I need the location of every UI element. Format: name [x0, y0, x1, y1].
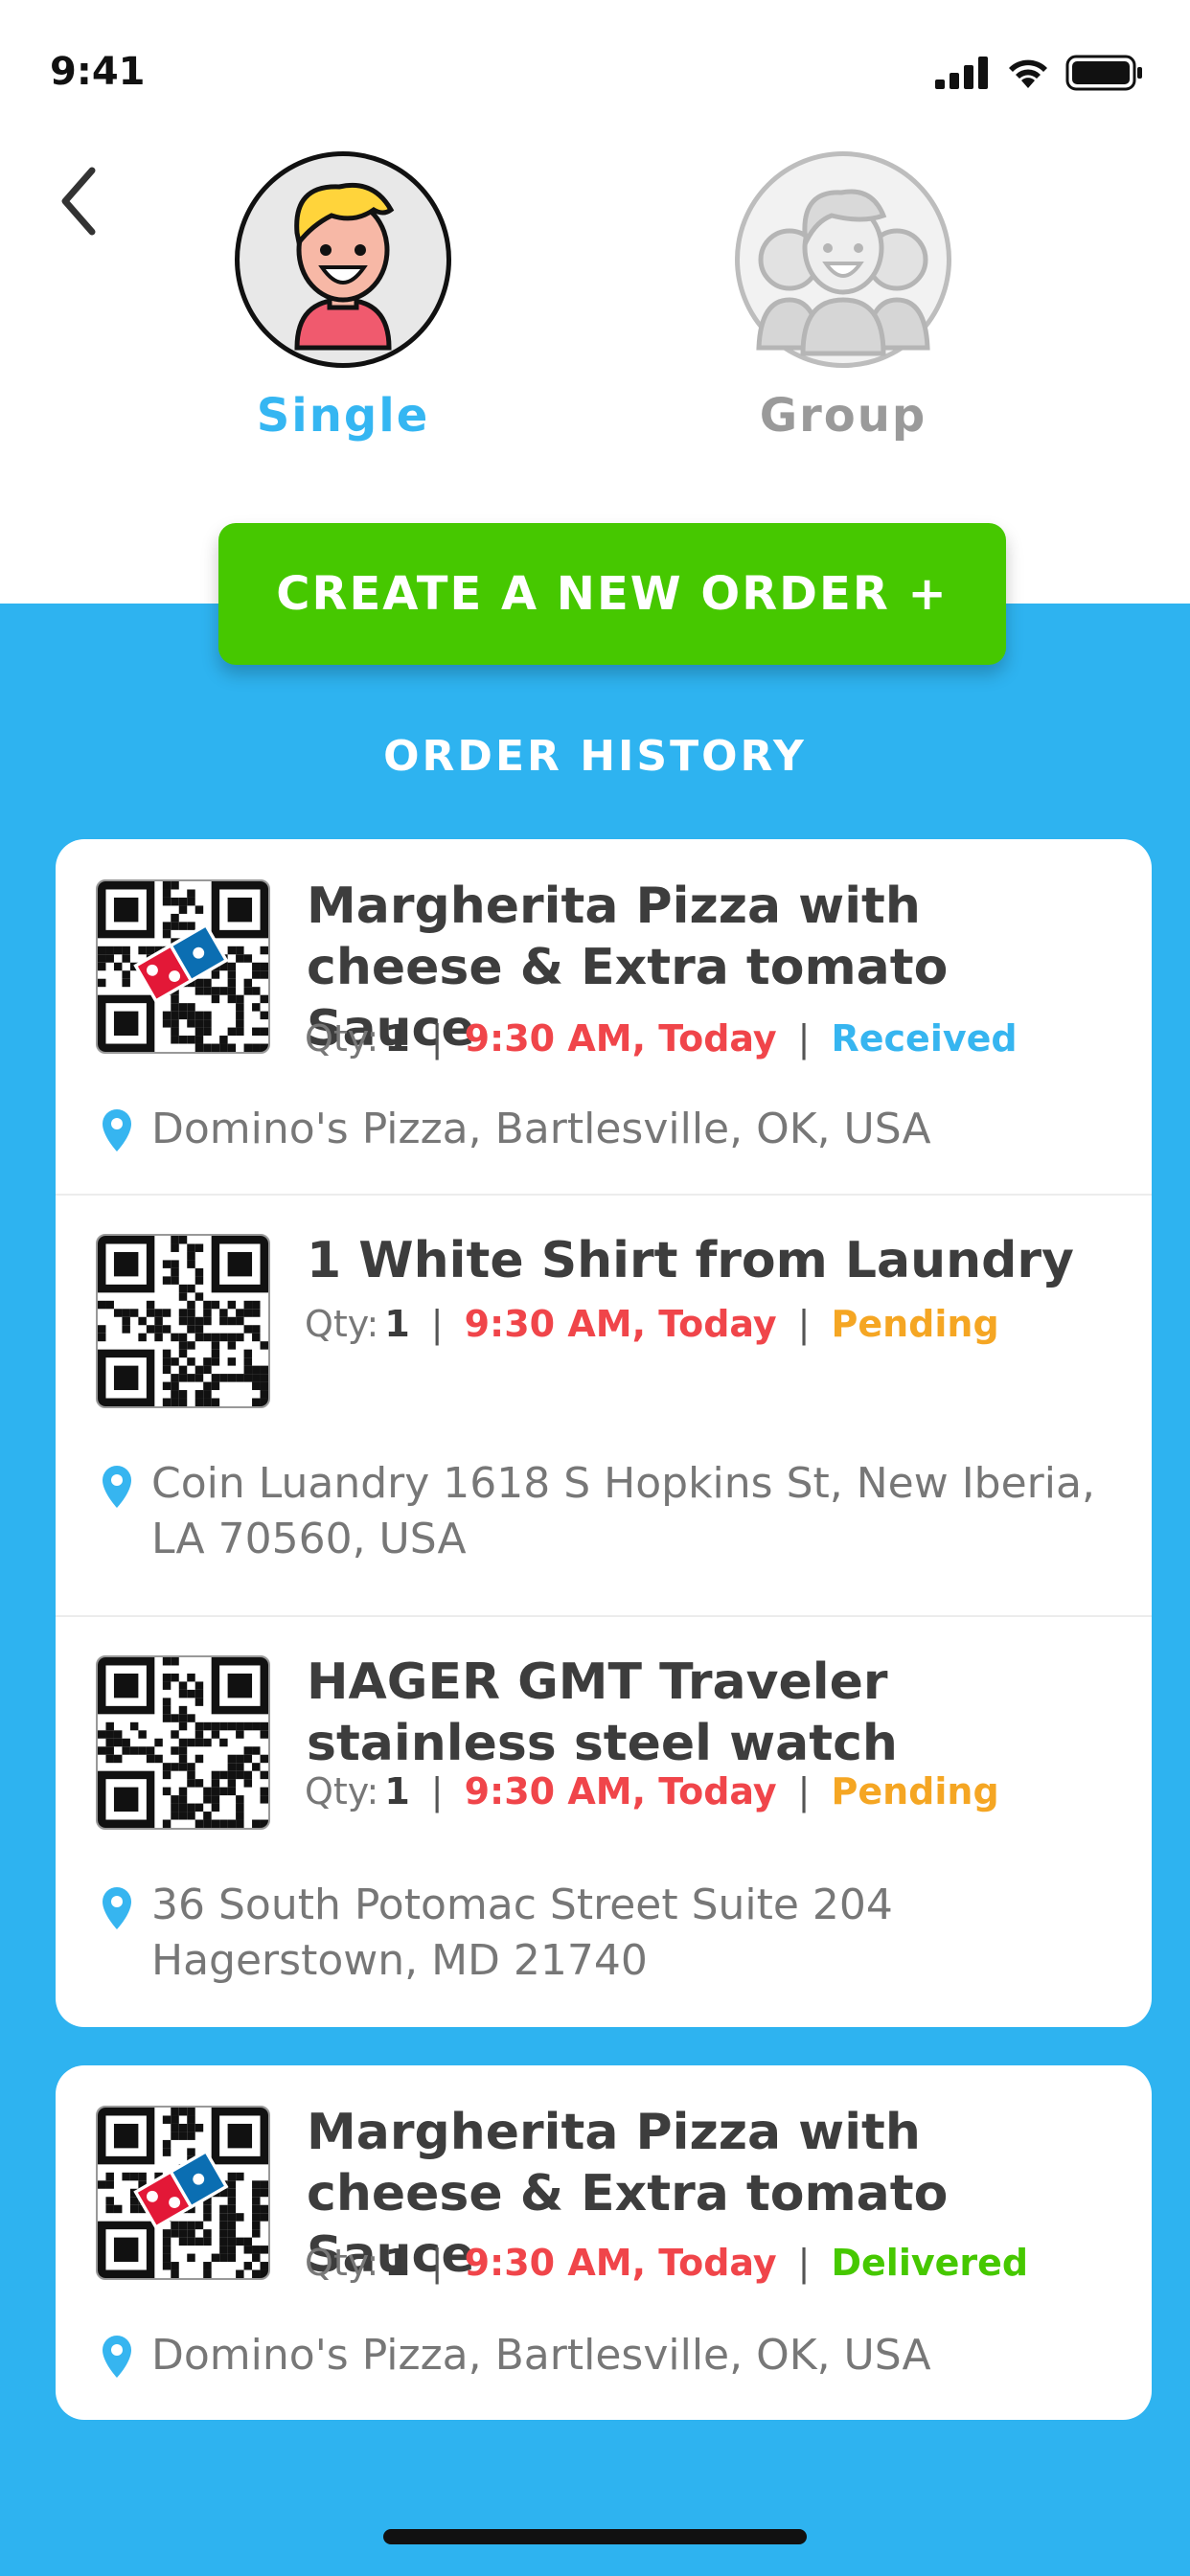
order-address: Domino's Pizza, Bartlesville, OK, USA [151, 1105, 931, 1153]
back-chevron-icon[interactable] [54, 161, 111, 241]
status-time: 9:41 [50, 50, 146, 94]
separator: | [797, 1303, 811, 1345]
tab-single-label: Single [256, 389, 430, 443]
location-pin-icon [103, 1109, 131, 1151]
separator: | [430, 2242, 444, 2284]
order-address: 36 South Potomac Street Suite 204 Hagers… [151, 1881, 893, 1985]
separator: | [797, 2242, 811, 2284]
order-status: Pending [831, 1303, 999, 1345]
qty-label: Qty: [305, 1770, 379, 1812]
order-meta: Qty: 1 | 9:30 AM, Today | Pending [305, 1303, 999, 1345]
order-item[interactable]: HAGER GMT Traveler stainless steel watch… [56, 1617, 1152, 2027]
qr-code-icon [96, 1655, 270, 1830]
tab-single[interactable]: Single [233, 151, 453, 443]
order-card: Margherita Pizza with cheese & Extra tom… [56, 2065, 1152, 2420]
qr-code-icon [96, 1234, 270, 1408]
location-pin-icon [103, 1466, 131, 1508]
order-history-card: Margherita Pizza with cheese & Extra tom… [56, 839, 1152, 2027]
qty-value: 1 [384, 1017, 410, 1060]
separator: | [430, 1017, 444, 1060]
order-item[interactable]: Margherita Pizza with cheese & Extra tom… [56, 2065, 1152, 2420]
battery-icon [1065, 55, 1142, 91]
order-title: HAGER GMT Traveler stainless steel watch [307, 1653, 898, 1772]
order-time: 9:30 AM, Today [464, 2242, 777, 2284]
status-icons [935, 54, 1144, 92]
order-meta: Qty: 1 | 9:30 AM, Today | Delivered [305, 2242, 1028, 2284]
order-time: 9:30 AM, Today [464, 1303, 777, 1345]
location-pin-icon [103, 1887, 131, 1929]
separator: | [797, 1017, 811, 1060]
order-status: Delivered [831, 2242, 1029, 2284]
order-time: 9:30 AM, Today [464, 1017, 777, 1060]
order-status: Pending [831, 1770, 999, 1812]
single-avatar-icon [235, 151, 451, 368]
order-address: Coin Luandry 1618 S Hopkins St, New Iber… [151, 1459, 1095, 1563]
group-avatar-icon [735, 151, 951, 368]
tab-group-label: Group [759, 389, 927, 443]
create-new-order-button[interactable]: CREATE A NEW ORDER + [218, 523, 1006, 665]
location-pin-icon [103, 2336, 131, 2378]
order-status: Received [831, 1017, 1018, 1060]
order-meta: Qty: 1 | 9:30 AM, Today | Pending [305, 1770, 999, 1812]
separator: | [430, 1770, 444, 1812]
qty-value: 1 [384, 1303, 410, 1345]
order-meta: Qty: 1 | 9:30 AM, Today | Received [305, 1017, 1018, 1060]
qty-label: Qty: [305, 2242, 379, 2284]
tab-group[interactable]: Group [733, 151, 953, 443]
separator: | [797, 1770, 811, 1812]
qty-label: Qty: [305, 1303, 379, 1345]
order-address: Domino's Pizza, Bartlesville, OK, USA [151, 2331, 931, 2380]
order-history-title: ORDER HISTORY [383, 732, 807, 781]
order-time: 9:30 AM, Today [464, 1770, 777, 1812]
qr-code-icon [96, 879, 270, 1054]
qty-label: Qty: [305, 1017, 379, 1060]
qr-code-icon [96, 2106, 270, 2280]
signal-icon [935, 57, 988, 89]
qty-value: 1 [384, 1770, 410, 1812]
separator: | [430, 1303, 444, 1345]
order-item[interactable]: 1 White Shirt from Laundry Qty: 1 | 9:30… [56, 1196, 1152, 1615]
wifi-icon [1009, 59, 1047, 88]
qty-value: 1 [384, 2242, 410, 2284]
order-title: 1 White Shirt from Laundry [307, 1232, 1074, 1289]
home-indicator[interactable] [383, 2529, 807, 2544]
order-item[interactable]: Margherita Pizza with cheese & Extra tom… [56, 839, 1152, 1194]
